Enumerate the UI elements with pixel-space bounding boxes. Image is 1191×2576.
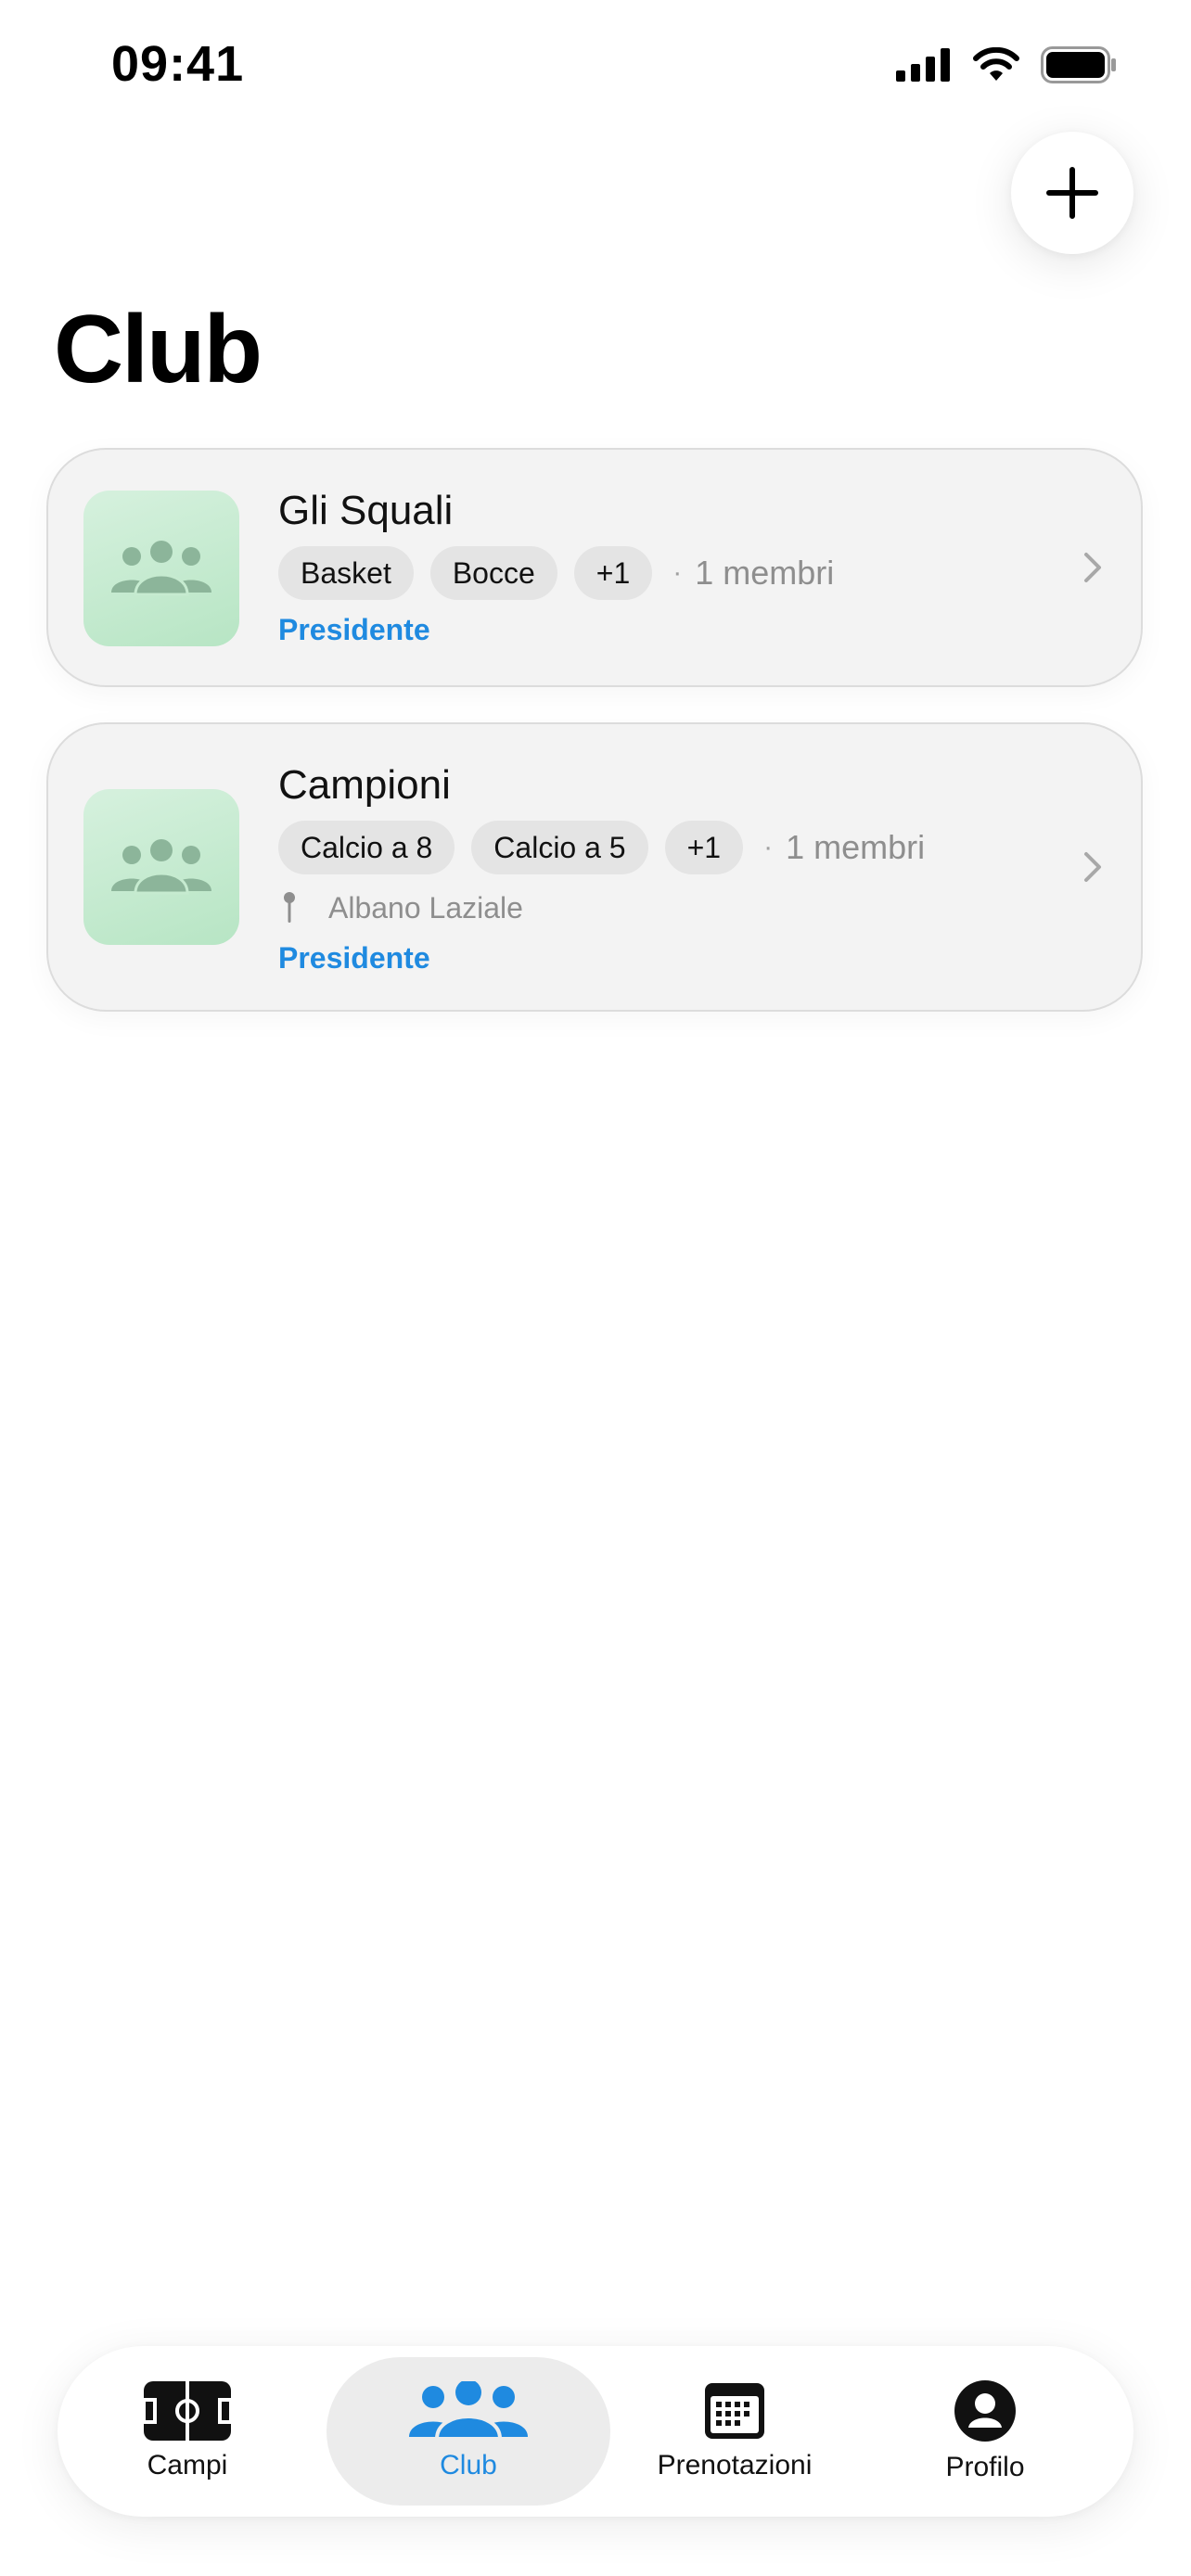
calendar-icon	[705, 2383, 764, 2439]
tab-bar: Campi Club Prenotazioni Profilo	[58, 2346, 1133, 2517]
sport-tag: Calcio a 8	[278, 821, 455, 874]
club-location: Albano Laziale	[278, 887, 1039, 928]
more-tags-badge: +1	[573, 546, 653, 600]
sport-tag: Basket	[278, 546, 414, 600]
tab-label: Prenotazioni	[657, 2450, 813, 2480]
page-title: Club	[54, 296, 263, 403]
cellular-signal-icon	[896, 48, 950, 82]
club-info: Campioni Calcio a 8 Calcio a 5 +1 · 1 me…	[278, 759, 1039, 976]
club-avatar	[83, 491, 239, 646]
people-icon	[111, 839, 211, 895]
plus-icon	[1046, 167, 1098, 219]
wifi-icon	[973, 47, 1019, 81]
football-field-icon	[144, 2381, 231, 2441]
tab-label: Club	[440, 2450, 497, 2480]
battery-icon	[1041, 46, 1116, 83]
separator-dot: ·	[672, 557, 683, 588]
chevron-right-icon	[1084, 852, 1101, 882]
person-circle-icon	[954, 2380, 1016, 2442]
status-time: 09:41	[111, 36, 245, 92]
tab-label: Campi	[147, 2450, 228, 2480]
sport-tag: Bocce	[429, 546, 557, 600]
sport-tag: Calcio a 5	[471, 821, 648, 874]
separator-dot: ·	[763, 832, 774, 862]
club-avatar	[83, 789, 239, 945]
tab-profilo[interactable]: Profilo	[902, 2357, 1069, 2506]
tab-campi[interactable]: Campi	[113, 2357, 262, 2506]
tab-club[interactable]: Club	[327, 2357, 610, 2506]
people-icon	[409, 2381, 528, 2441]
club-role: Presidente	[278, 941, 430, 975]
club-info: Gli Squali Basket Bocce +1 · 1 membri Pr…	[278, 485, 1039, 648]
add-club-button[interactable]	[1011, 132, 1133, 254]
club-card[interactable]: Campioni Calcio a 8 Calcio a 5 +1 · 1 me…	[46, 722, 1143, 1012]
members-count: 1 membri	[786, 828, 926, 866]
club-role: Presidente	[278, 613, 430, 646]
members-count: 1 membri	[695, 554, 835, 592]
sport-tags: Basket Bocce +1 · 1 membri	[278, 546, 1039, 600]
club-card[interactable]: Gli Squali Basket Bocce +1 · 1 membri Pr…	[46, 448, 1143, 687]
sport-tags: Calcio a 8 Calcio a 5 +1 · 1 membri	[278, 821, 1039, 874]
people-icon	[111, 541, 211, 596]
chevron-right-icon	[1084, 553, 1101, 582]
tab-label: Profilo	[945, 2452, 1025, 2482]
location-text: Albano Laziale	[328, 890, 523, 925]
club-name: Campioni	[278, 762, 451, 808]
club-name: Gli Squali	[278, 488, 454, 533]
status-icons	[896, 46, 1117, 83]
pin-icon	[278, 891, 301, 925]
tab-prenotazioni[interactable]: Prenotazioni	[614, 2357, 855, 2506]
more-tags-badge: +1	[664, 821, 744, 874]
